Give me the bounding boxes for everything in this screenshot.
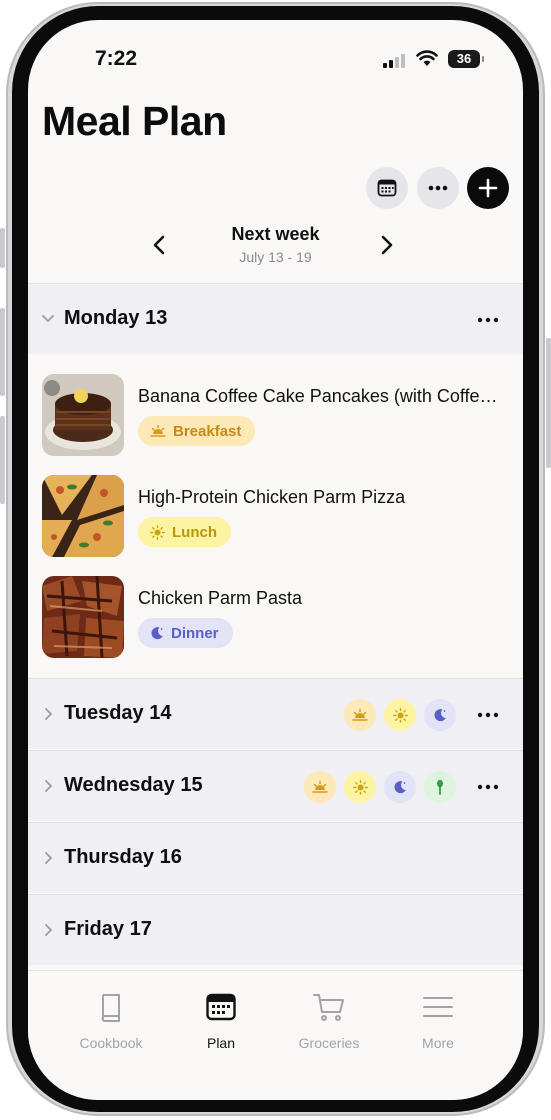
meal-photo-pizza	[42, 475, 124, 557]
breakfast-indicator	[304, 771, 336, 803]
chevron-down-icon	[42, 315, 54, 322]
day-header-friday[interactable]: Friday 17	[28, 894, 523, 965]
meal-item-lunch[interactable]: High-Protein Chicken Parm Pizza Lunch	[42, 475, 502, 557]
week-date-range: July 13 - 19	[239, 249, 312, 265]
day-header-wednesday[interactable]: Wednesday 15	[28, 750, 523, 821]
tab-cookbook[interactable]: Cookbook	[61, 989, 161, 1051]
day-header-monday[interactable]: Monday 13	[28, 283, 523, 354]
tab-bar: Cookbook Plan Groceries More	[28, 970, 523, 1100]
chevron-right-icon	[45, 924, 52, 936]
power-button	[546, 338, 551, 468]
day-name: Monday 13	[64, 307, 168, 329]
volume-up-button	[0, 308, 5, 396]
app-screen: 7:22 36 Meal Plan Next week July 13 - 19…	[28, 20, 523, 1100]
cell-signal-icon	[383, 54, 407, 68]
meal-type-badge-lunch: Lunch	[138, 517, 231, 547]
meal-item-breakfast[interactable]: Banana Coffee Cake Pancakes (with Coffee…	[42, 374, 502, 456]
moon-icon	[394, 781, 406, 794]
meal-name: Banana Coffee Cake Pancakes (with Coffee…	[138, 386, 498, 406]
calendar-icon	[377, 179, 397, 197]
battery-indicator: 36	[448, 50, 484, 68]
week-navigator: Next week July 13 - 19	[28, 220, 523, 270]
page-title: Meal Plan	[42, 98, 227, 144]
add-meal-button[interactable]	[467, 167, 509, 209]
day-options-ellipsis-icon[interactable]	[476, 705, 500, 725]
cart-icon	[313, 994, 344, 1021]
chevron-right-icon	[45, 852, 52, 864]
meal-photo-pancakes	[42, 374, 124, 456]
chevron-right-icon	[45, 780, 52, 792]
dinner-indicator	[424, 699, 456, 731]
status-time: 7:22	[95, 47, 138, 70]
moon-icon	[434, 709, 446, 722]
day-header-tuesday[interactable]: Tuesday 14	[28, 678, 523, 749]
book-icon	[101, 994, 120, 1022]
sun-icon	[150, 524, 165, 540]
tab-more[interactable]: More	[388, 989, 488, 1051]
sunrise-icon	[312, 781, 328, 793]
next-week-chevron-icon[interactable]	[380, 234, 394, 256]
meal-type-label: Dinner	[171, 624, 219, 642]
pin-icon	[437, 779, 443, 795]
chevron-right-icon	[45, 708, 52, 720]
snack-indicator	[424, 771, 456, 803]
sunrise-icon	[352, 709, 368, 721]
volume-down-button	[0, 416, 5, 504]
ellipsis-icon	[428, 185, 448, 191]
menu-icon	[423, 997, 453, 1017]
moon-icon	[151, 627, 163, 640]
monday-meal-list: Banana Coffee Cake Pancakes (with Coffee…	[28, 354, 523, 678]
plus-icon	[478, 178, 498, 198]
lunch-indicator	[384, 699, 416, 731]
day-options-ellipsis-icon[interactable]	[476, 310, 500, 330]
more-options-button[interactable]	[417, 167, 459, 209]
meal-item-dinner[interactable]: Chicken Parm Pasta Dinner	[42, 576, 502, 658]
meal-type-label: Lunch	[172, 523, 217, 541]
dinner-indicator	[384, 771, 416, 803]
meal-name: Chicken Parm Pasta	[138, 588, 303, 608]
week-title: Next week	[231, 224, 320, 244]
tab-label: Groceries	[298, 1035, 360, 1051]
meal-type-indicators	[344, 699, 456, 731]
calendar-icon	[206, 993, 236, 1021]
lunch-indicator	[344, 771, 376, 803]
tab-label: Plan	[206, 1035, 236, 1051]
day-name: Friday 17	[64, 918, 152, 940]
meal-name: High-Protein Chicken Parm Pizza	[138, 487, 406, 507]
meal-type-label: Breakfast	[173, 422, 242, 440]
sunrise-icon	[150, 425, 166, 437]
day-name: Tuesday 14	[64, 702, 172, 724]
meal-type-badge-dinner: Dinner	[138, 618, 233, 648]
calendar-button[interactable]	[366, 167, 408, 209]
tab-label: Cookbook	[79, 1035, 143, 1051]
tab-label: More	[422, 1035, 454, 1051]
wifi-icon	[416, 50, 438, 66]
day-name: Wednesday 15	[64, 774, 203, 796]
tab-groceries[interactable]: Groceries	[279, 989, 379, 1051]
day-options-ellipsis-icon[interactable]	[476, 777, 500, 797]
meal-photo-pasta	[42, 576, 124, 658]
day-name: Thursday 16	[64, 846, 182, 868]
sun-icon	[392, 707, 408, 723]
meal-type-badge-breakfast: Breakfast	[138, 416, 256, 446]
breakfast-indicator	[344, 699, 376, 731]
sun-icon	[352, 779, 368, 795]
tab-plan[interactable]: Plan	[171, 989, 271, 1051]
status-bar: 7:22 36	[28, 20, 523, 84]
mute-switch	[0, 228, 5, 268]
meal-type-indicators	[304, 771, 456, 803]
day-header-thursday[interactable]: Thursday 16	[28, 822, 523, 893]
